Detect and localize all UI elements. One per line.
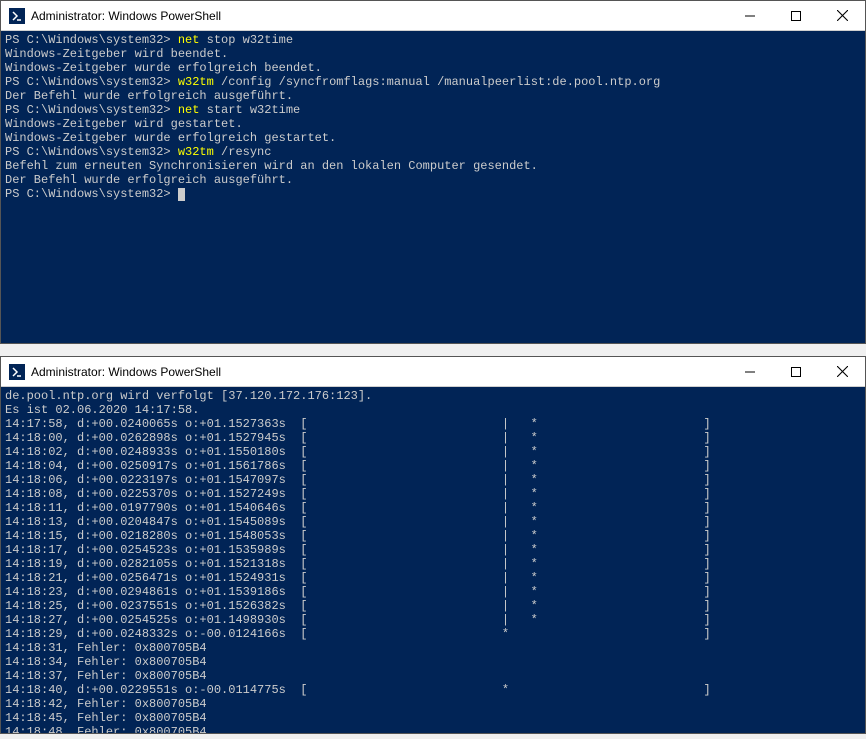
terminal-line: Der Befehl wurde erfolgreich ausgeführt. [5,173,861,187]
terminal-line: Der Befehl wurde erfolgreich ausgeführt. [5,89,861,103]
terminal-line: PS C:\Windows\system32> net start w32tim… [5,103,861,117]
terminal-line: PS C:\Windows\system32> [5,187,861,201]
terminal-line: 14:18:06, d:+00.0223197s o:+01.1547097s … [5,473,861,487]
terminal-line: 14:18:04, d:+00.0250917s o:+01.1561786s … [5,459,861,473]
terminal-line: Es ist 02.06.2020 14:17:58. [5,403,861,417]
terminal-line: Windows-Zeitgeber wird gestartet. [5,117,861,131]
terminal-line: 14:18:23, d:+00.0294861s o:+01.1539186s … [5,585,861,599]
terminal-line: PS C:\Windows\system32> net stop w32time [5,33,861,47]
terminal-line: Befehl zum erneuten Synchronisieren wird… [5,159,861,173]
maximize-button[interactable] [773,357,819,386]
powershell-window-2: Administrator: Windows PowerShell de.poo… [0,356,866,734]
terminal-line: 14:18:45, Fehler: 0x800705B4 [5,711,861,725]
minimize-button[interactable] [727,357,773,386]
terminal-line: 14:18:27, d:+00.0254525s o:+01.1498930s … [5,613,861,627]
close-button[interactable] [819,1,865,30]
terminal-line: de.pool.ntp.org wird verfolgt [37.120.17… [5,389,861,403]
terminal-line: 14:18:31, Fehler: 0x800705B4 [5,641,861,655]
powershell-icon [9,8,25,24]
cursor [178,188,185,201]
terminal-line: Windows-Zeitgeber wurde erfolgreich gest… [5,131,861,145]
terminal-line: 14:18:02, d:+00.0248933s o:+01.1550180s … [5,445,861,459]
titlebar[interactable]: Administrator: Windows PowerShell [1,1,865,31]
terminal-body[interactable]: de.pool.ntp.org wird verfolgt [37.120.17… [1,387,865,733]
window-title: Administrator: Windows PowerShell [31,9,221,23]
titlebar[interactable]: Administrator: Windows PowerShell [1,357,865,387]
powershell-icon [9,364,25,380]
terminal-line: 14:18:19, d:+00.0282105s o:+01.1521318s … [5,557,861,571]
terminal-line: 14:18:29, d:+00.0248332s o:-00.0124166s … [5,627,861,641]
terminal-line: Windows-Zeitgeber wurde erfolgreich been… [5,61,861,75]
terminal-line: 14:18:25, d:+00.0237551s o:+01.1526382s … [5,599,861,613]
terminal-line: 14:18:40, d:+00.0229551s o:-00.0114775s … [5,683,861,697]
terminal-line: Windows-Zeitgeber wird beendet. [5,47,861,61]
window-title: Administrator: Windows PowerShell [31,365,221,379]
terminal-line: 14:18:11, d:+00.0197790s o:+01.1540646s … [5,501,861,515]
window-controls [727,357,865,386]
minimize-button[interactable] [727,1,773,30]
terminal-line: 14:18:15, d:+00.0218280s o:+01.1548053s … [5,529,861,543]
terminal-line: 14:18:08, d:+00.0225370s o:+01.1527249s … [5,487,861,501]
terminal-line: 14:18:48, Fehler: 0x800705B4 [5,725,861,733]
terminal-line: 14:18:42, Fehler: 0x800705B4 [5,697,861,711]
maximize-button[interactable] [773,1,819,30]
powershell-window-1: Administrator: Windows PowerShell PS C:\… [0,0,866,344]
terminal-line: 14:18:37, Fehler: 0x800705B4 [5,669,861,683]
terminal-line: PS C:\Windows\system32> w32tm /resync [5,145,861,159]
terminal-line: PS C:\Windows\system32> w32tm /config /s… [5,75,861,89]
terminal-body[interactable]: PS C:\Windows\system32> net stop w32time… [1,31,865,343]
terminal-line: 14:18:21, d:+00.0256471s o:+01.1524931s … [5,571,861,585]
close-button[interactable] [819,357,865,386]
terminal-line: 14:18:13, d:+00.0204847s o:+01.1545089s … [5,515,861,529]
terminal-line: 14:18:00, d:+00.0262898s o:+01.1527945s … [5,431,861,445]
terminal-line: 14:18:17, d:+00.0254523s o:+01.1535989s … [5,543,861,557]
terminal-line: 14:17:58, d:+00.0240065s o:+01.1527363s … [5,417,861,431]
terminal-line: 14:18:34, Fehler: 0x800705B4 [5,655,861,669]
window-controls [727,1,865,30]
